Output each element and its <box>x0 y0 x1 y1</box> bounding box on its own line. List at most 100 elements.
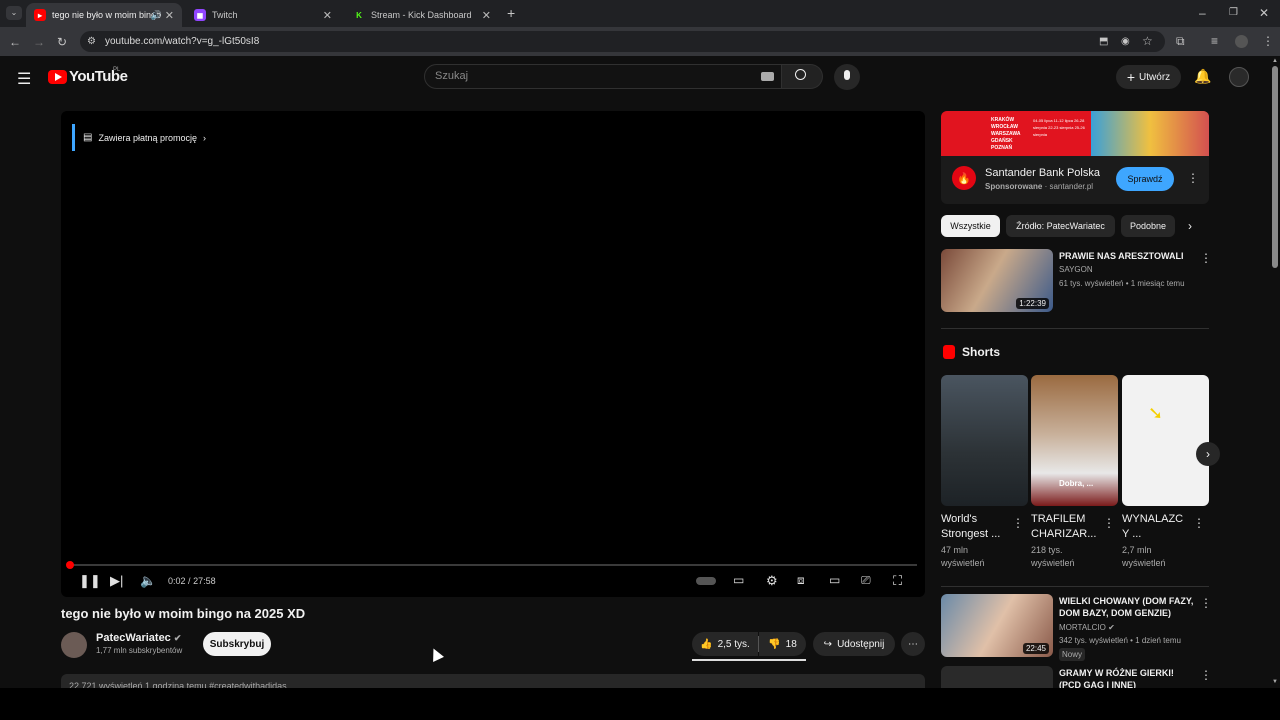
more-actions-button[interactable]: ⋯ <box>901 632 925 656</box>
fullscreen-icon[interactable]: ⛶ <box>893 573 902 589</box>
reload-icon[interactable]: ↻ <box>57 36 67 48</box>
short-views: 2,7 mln wyświetleń <box>1122 544 1197 570</box>
subtitles-icon[interactable]: ▭ <box>733 573 744 587</box>
close-tab-icon[interactable]: ✕ <box>165 9 174 22</box>
back-icon[interactable]: ← <box>9 36 21 48</box>
create-button[interactable]: + Utwórz <box>1116 65 1181 89</box>
related-title[interactable]: GRAMY W RÓŻNE GIERKI! (PCD GAG I INNE) Z… <box>1059 667 1194 688</box>
short-views-line: wyświetleń <box>1122 558 1166 568</box>
url-text[interactable]: youtube.com/watch?v=g_-lGt50sI8 <box>105 36 259 47</box>
related-channel[interactable]: SAYGON <box>1059 263 1093 276</box>
short-title-line: World's <box>941 513 978 525</box>
related-thumbnail[interactable] <box>941 666 1053 688</box>
window-close-icon[interactable]: ✕ <box>1259 7 1269 19</box>
install-app-icon[interactable]: ⬒ <box>1099 36 1108 48</box>
ad-advertiser[interactable]: Santander Bank Polska <box>985 167 1100 179</box>
chips-next-icon[interactable]: › <box>1188 219 1192 233</box>
short-thumbnail[interactable]: Dobra, ... <box>1031 375 1118 506</box>
related-title[interactable]: WIELKI CHOWANY (DOM FAZY, DOM BAZY, DOM … <box>1059 595 1194 619</box>
chip-related[interactable]: Podobne <box>1121 215 1175 237</box>
profile-avatar-icon[interactable] <box>1235 35 1248 48</box>
ad-domain: santander.pl <box>1049 182 1094 191</box>
related-channel[interactable]: MORTALCIO ✔ <box>1059 621 1115 634</box>
short-views-line: wyświetleń <box>1031 558 1075 568</box>
shorts-next-button[interactable]: › <box>1196 442 1220 466</box>
bookmark-star-icon[interactable]: ☆ <box>1142 35 1153 47</box>
browser-tab-twitch[interactable]: ◼ Twitch ✕ <box>186 3 340 27</box>
share-label: Udostępnij <box>837 638 885 650</box>
browser-tab-youtube[interactable]: ▸ tego nie było w moim bingo 🔊 ✕ <box>26 3 182 27</box>
time-display: 0:02 / 27:58 <box>168 576 216 586</box>
browser-tab-kick[interactable]: K Stream - Kick Dashboard ✕ <box>345 3 499 27</box>
scroll-down-icon[interactable]: ▼ <box>1272 679 1278 685</box>
progress-track[interactable] <box>69 564 917 566</box>
ad-cta-button[interactable]: Sprawdź <box>1116 167 1174 191</box>
subscribe-button[interactable]: Subskrybuj <box>203 632 271 656</box>
short-overlay-text: Dobra, ... <box>1059 479 1094 488</box>
extensions-icon[interactable]: ⧉ <box>1176 35 1185 47</box>
restore-icon[interactable]: ❐ <box>1229 7 1238 19</box>
site-info-icon[interactable]: ⚙ <box>87 36 96 48</box>
related-thumbnail[interactable]: 22:45 <box>941 594 1053 657</box>
cast-icon[interactable]: ⎚ <box>861 573 871 588</box>
ad-menu-icon[interactable]: ⋮ <box>1187 171 1199 185</box>
short-title[interactable]: WYNALAZC Y ... <box>1122 512 1192 542</box>
chevron-right-icon: › <box>203 132 207 143</box>
channel-avatar[interactable] <box>61 632 87 658</box>
ad-banner-image[interactable]: KRAKÓW WROCŁAW WARSZAWA GDAŃSK POZNAŃ 04… <box>941 111 1209 156</box>
short-views-line: wyświetleń <box>941 558 985 568</box>
related-menu-icon[interactable]: ⋮ <box>1200 251 1212 265</box>
pause-icon[interactable]: ❚❚ <box>79 573 101 589</box>
keyboard-icon[interactable] <box>761 72 774 81</box>
short-title[interactable]: TRAFILEM CHARIZAR... <box>1031 512 1101 542</box>
close-tab-icon[interactable]: ✕ <box>323 9 332 22</box>
screen-bottom-bar <box>0 688 1280 720</box>
miniplayer-icon[interactable]: ⧈ <box>797 573 805 588</box>
short-menu-icon[interactable]: ⋮ <box>1103 516 1115 530</box>
account-avatar[interactable] <box>1229 67 1249 87</box>
minimize-icon[interactable]: – <box>1199 7 1206 19</box>
forward-icon[interactable]: → <box>33 36 45 48</box>
search-input[interactable]: Szukaj <box>435 70 468 82</box>
tab-search-icon[interactable]: ⌄ <box>6 6 22 20</box>
tab-title: Twitch <box>212 10 238 20</box>
dislike-button[interactable]: 👎 18 <box>759 632 806 656</box>
microphone-icon <box>844 70 850 80</box>
related-thumbnail[interactable]: 1:22:39 <box>941 249 1053 312</box>
short-thumbnail[interactable] <box>941 375 1028 506</box>
short-menu-icon[interactable]: ⋮ <box>1193 516 1205 530</box>
volume-icon[interactable]: 🔈 <box>140 573 156 589</box>
like-button[interactable]: 👍 2,5 tys. <box>692 632 758 656</box>
related-menu-icon[interactable]: ⋮ <box>1200 668 1212 682</box>
new-tab-icon[interactable]: + <box>507 6 515 20</box>
scrollbar-thumb[interactable] <box>1272 66 1278 268</box>
hamburger-menu-icon[interactable]: ☰ <box>17 69 31 89</box>
related-menu-icon[interactable]: ⋮ <box>1200 596 1212 610</box>
search-box[interactable] <box>424 64 782 89</box>
channel-name[interactable]: PatecWariatec ✔ <box>96 632 181 644</box>
autoplay-toggle[interactable] <box>696 577 716 585</box>
theater-mode-icon[interactable]: ▭ <box>829 573 840 587</box>
chip-all[interactable]: Wszystkie <box>941 215 1000 237</box>
thumbs-up-icon: 👍 <box>700 638 713 650</box>
short-thumbnail[interactable]: ➘ <box>1122 375 1209 506</box>
chrome-menu-icon[interactable]: ⋮ <box>1262 35 1274 47</box>
create-label: Utwórz <box>1139 71 1171 83</box>
scroll-up-icon[interactable]: ▲ <box>1272 58 1278 64</box>
related-meta: 61 tys. wyświetleń • 1 miesiąc temu <box>1059 279 1185 288</box>
paid-promotion-notice[interactable]: ▤ Zawiera płatną promocję › <box>72 124 222 151</box>
short-title[interactable]: World's Strongest ... <box>941 512 1011 542</box>
related-title[interactable]: PRAWIE NAS ARESZTOWALI <box>1059 250 1189 262</box>
scrubber-handle[interactable] <box>66 561 74 569</box>
settings-gear-icon[interactable]: ⚙ <box>766 573 778 589</box>
media-control-icon[interactable]: ≡ <box>1211 35 1218 47</box>
eye-off-icon[interactable]: ◉ <box>1121 36 1130 48</box>
video-player[interactable] <box>61 111 925 597</box>
close-tab-icon[interactable]: ✕ <box>482 9 491 22</box>
chip-from-channel[interactable]: Źródło: PatecWariatec <box>1006 215 1115 237</box>
share-button[interactable]: ↪ Udostępnij <box>813 632 895 656</box>
notifications-bell-icon[interactable]: 🔔 <box>1194 68 1211 85</box>
short-menu-icon[interactable]: ⋮ <box>1012 516 1024 530</box>
next-video-icon[interactable]: ▶| <box>110 573 123 589</box>
santander-logo-icon[interactable]: 🔥 <box>952 166 976 190</box>
